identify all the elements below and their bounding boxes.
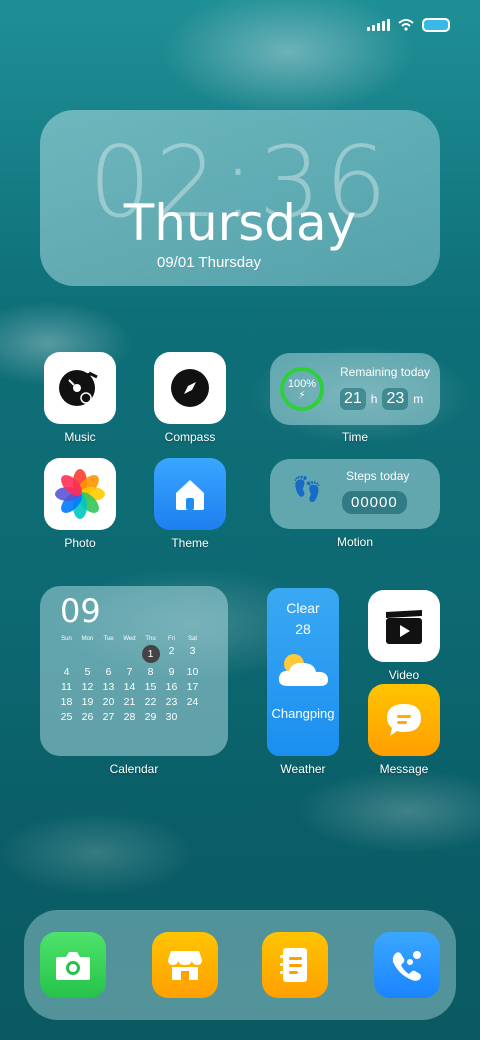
home-icon (154, 458, 226, 530)
calendar-day[interactable]: 13 (98, 681, 119, 693)
calendar-day[interactable]: 30 (161, 711, 182, 723)
calendar-day[interactable]: 8 (140, 666, 161, 678)
calendar-day[interactable]: 26 (77, 711, 98, 723)
remaining-minutes: 23 (382, 388, 409, 410)
calendar-day-today[interactable]: 1 (140, 645, 161, 663)
calendar-empty-cell (56, 645, 77, 663)
calendar-day[interactable]: 9 (161, 666, 182, 678)
calendar-day[interactable]: 4 (56, 666, 77, 678)
phone-icon[interactable] (374, 932, 440, 998)
calendar-weekday: Wed (123, 636, 136, 642)
camera-icon[interactable] (40, 932, 106, 998)
compass-icon (154, 352, 226, 424)
calendar-day[interactable]: 21 (119, 696, 140, 708)
battery-percent: 100% (287, 377, 317, 390)
calendar-day[interactable]: 7 (119, 666, 140, 678)
weather-location: Changping (271, 706, 335, 721)
calendar-weekday: Sat (187, 636, 197, 642)
calendar-weekday: Mon (81, 636, 94, 642)
calendar-day[interactable]: 6 (98, 666, 119, 678)
calendar-day[interactable]: 20 (98, 696, 119, 708)
music-icon (44, 352, 116, 424)
app-label: Message (379, 762, 429, 776)
battery-icon (422, 18, 450, 32)
time-widget[interactable]: 100% ⚡ Remaining today 21 h 23 m (270, 353, 440, 425)
calendar-empty-cell (98, 645, 119, 663)
hours-unit: h (370, 392, 378, 406)
wifi-icon (398, 19, 414, 31)
calendar-day[interactable]: 2 (161, 645, 182, 663)
store-icon[interactable] (152, 932, 218, 998)
weather-widget[interactable]: Clear 28 Changping (267, 588, 339, 756)
charging-icon: ⚡ (298, 389, 306, 401)
battery-ring: 100% ⚡ (280, 367, 324, 411)
calendar-day[interactable]: 23 (161, 696, 182, 708)
app-label: Music (64, 430, 96, 444)
calendar-weekday: Tue (103, 636, 114, 642)
calendar-weekday: Fri (168, 636, 175, 642)
clapperboard-icon (368, 590, 440, 662)
app-music[interactable]: Music (44, 352, 116, 444)
calendar-day[interactable]: 16 (161, 681, 182, 693)
calendar-day[interactable]: 24 (182, 696, 203, 708)
calendar-day[interactable]: 15 (140, 681, 161, 693)
calendar-weekday: Sun (61, 636, 72, 642)
minutes-unit: m (413, 392, 424, 406)
calendar-day[interactable]: 10 (182, 666, 203, 678)
weather-widget-label: Weather (280, 762, 326, 776)
calendar-day[interactable]: 27 (98, 711, 119, 723)
calendar-day[interactable]: 3 (182, 645, 203, 663)
calendar-day[interactable]: 29 (140, 711, 161, 723)
app-label: Photo (64, 536, 96, 550)
app-photo[interactable]: Photo (44, 458, 116, 550)
footprints-icon: 👣 (292, 476, 322, 503)
calendar-widget-label: Calendar (109, 762, 159, 776)
dock (24, 910, 456, 1020)
app-label: Video (388, 668, 420, 682)
calendar-widget[interactable]: 09 Sun Mon Tue Wed Thu Fri Sat 1 2 3 4 5 6 7 8 9 10 11 12 1… (40, 586, 228, 756)
partly-cloudy-icon (278, 654, 328, 686)
photo-icon (44, 458, 116, 530)
calendar-day[interactable]: 5 (77, 666, 98, 678)
calendar-day[interactable]: 19 (77, 696, 98, 708)
message-icon (368, 684, 440, 756)
time-widget-label: Time (341, 430, 369, 444)
clock-date: 09/01 Thursday (157, 254, 261, 271)
steps-count: 00000 (342, 491, 407, 514)
calendar-empty-cell (119, 645, 140, 663)
calendar-day[interactable]: 12 (77, 681, 98, 693)
status-bar (367, 18, 450, 32)
signal-icon (367, 19, 390, 31)
clock-weekday: Thursday (123, 194, 357, 252)
weather-condition: Clear (286, 600, 320, 616)
app-theme[interactable]: Theme (154, 458, 226, 550)
calendar-day[interactable]: 22 (140, 696, 161, 708)
calendar-weekday: Thu (145, 636, 156, 642)
app-video[interactable]: Video (368, 590, 440, 682)
motion-widget-label: Motion (336, 535, 374, 549)
calendar-day[interactable]: 14 (119, 681, 140, 693)
clock-widget[interactable]: 02:36 Thursday 09/01 Thursday (40, 110, 440, 286)
calendar-grid: Sun Mon Tue Wed Thu Fri Sat 1 2 3 4 5 6 7 8 9 10 11 12 13 14… (56, 636, 203, 723)
app-label: Compass (164, 430, 216, 444)
weather-temp: 28 (295, 621, 311, 637)
notes-icon[interactable] (262, 932, 328, 998)
steps-title: Steps today (346, 469, 410, 483)
calendar-empty-cell (77, 645, 98, 663)
calendar-month: 09 (60, 592, 101, 630)
calendar-day[interactable]: 25 (56, 711, 77, 723)
time-widget-title: Remaining today (340, 365, 431, 379)
remaining-hours: 21 (340, 388, 366, 410)
calendar-day[interactable]: 28 (119, 711, 140, 723)
app-message[interactable]: Message (368, 684, 440, 776)
app-compass[interactable]: Compass (154, 352, 226, 444)
calendar-day[interactable]: 18 (56, 696, 77, 708)
calendar-day[interactable]: 17 (182, 681, 203, 693)
app-label: Theme (171, 536, 209, 550)
calendar-day[interactable]: 11 (56, 681, 77, 693)
motion-widget[interactable]: 👣 Steps today 00000 (270, 459, 440, 529)
